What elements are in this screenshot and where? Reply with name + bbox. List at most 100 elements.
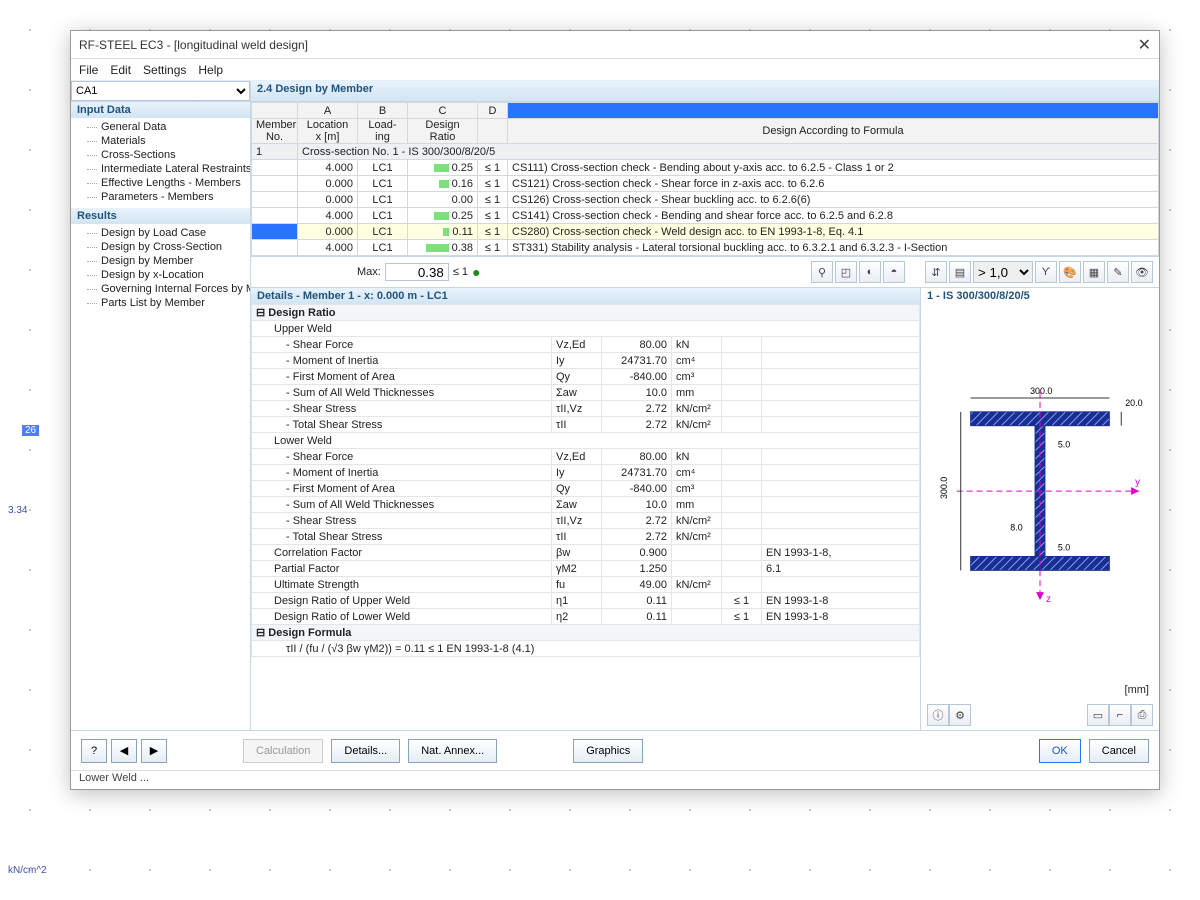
details-table[interactable]: ⊟ Design Ratio Upper Weld - Shear ForceV… xyxy=(251,304,920,657)
col-C: C xyxy=(408,103,478,119)
xs-view1-icon[interactable]: ▭ xyxy=(1087,704,1109,726)
scale-select[interactable]: > 1,0 xyxy=(973,261,1033,283)
tool-sort[interactable]: ⇵ xyxy=(925,261,947,283)
navigator-tree[interactable]: Input Data General DataMaterialsCross-Se… xyxy=(71,102,251,730)
tree-results-title: Results xyxy=(71,208,250,224)
max-label: Max: xyxy=(357,266,381,278)
xs-title: 1 - IS 300/300/8/20/5 xyxy=(927,290,1030,302)
tool-pick[interactable]: ✎ xyxy=(1107,261,1129,283)
tool-export-xls[interactable]: ▦ xyxy=(1083,261,1105,283)
max-row: Max: ≤ 1 ● ⚲ ◰ ◐ ◓ ⇵ ▤ > 1,0 ϒ 🎨 ▦ ✎ xyxy=(251,257,1159,288)
tool-filter-3[interactable]: ◐ xyxy=(859,261,881,283)
menu-file[interactable]: File xyxy=(79,63,98,77)
svg-text:300.0: 300.0 xyxy=(939,477,949,499)
svg-text:y: y xyxy=(1135,477,1140,488)
bg-unit-label: kN/cm^2 xyxy=(8,865,47,876)
xs-info-icon[interactable]: ⓘ xyxy=(927,704,949,726)
menu-bar: File Edit Settings Help xyxy=(71,59,1159,81)
tree-item[interactable]: General Data xyxy=(87,120,250,134)
hdr-location: Location x [m] xyxy=(298,119,358,144)
tree-item[interactable]: Parts List by Member xyxy=(87,296,250,310)
details-row: - Shear StressτII,Vz2.72kN/cm² xyxy=(252,401,920,417)
help-icon[interactable]: ? xyxy=(81,739,107,763)
table-row[interactable]: 0.000LC1 0.16≤ 1CS121) Cross-section che… xyxy=(252,176,1159,192)
details-row: Design Ratio of Lower Weldη20.11≤ 1EN 19… xyxy=(252,609,920,625)
details-row: Partial FactorγM21.2506.1 xyxy=(252,561,920,577)
hdr-ratio: Design Ratio xyxy=(408,119,478,144)
svg-text:8.0: 8.0 xyxy=(1010,523,1022,533)
menu-edit[interactable]: Edit xyxy=(110,63,131,77)
col-E xyxy=(508,103,1159,119)
details-row: Ultimate Strengthfu49.00kN/cm² xyxy=(252,577,920,593)
tree-item[interactable]: Effective Lengths - Members xyxy=(87,176,250,190)
tree-item[interactable]: Governing Internal Forces by M xyxy=(87,282,250,296)
tool-y[interactable]: ϒ xyxy=(1035,261,1057,283)
table-row[interactable]: 4.000LC1 0.25≤ 1CS111) Cross-section che… xyxy=(252,160,1159,176)
menu-settings[interactable]: Settings xyxy=(143,63,186,77)
section-member-no: 1 xyxy=(252,144,298,160)
xs-props-icon[interactable]: ⚙ xyxy=(949,704,971,726)
tool-bars[interactable]: ▤ xyxy=(949,261,971,283)
details-row: - Shear ForceVz,Ed80.00kN xyxy=(252,449,920,465)
window-title: RF-STEEL EC3 - [longitudinal weld design… xyxy=(79,38,308,52)
ok-button[interactable]: OK xyxy=(1039,739,1081,763)
menu-help[interactable]: Help xyxy=(198,63,223,77)
panel-title: 2.4 Design by Member xyxy=(251,81,1159,101)
details-row: - Shear ForceVz,Ed80.00kN xyxy=(252,337,920,353)
tool-filter-2[interactable]: ◰ xyxy=(835,261,857,283)
details-row: - Total Shear StressτII2.72kN/cm² xyxy=(252,417,920,433)
upper-weld-label: Upper Weld xyxy=(252,321,920,337)
tree-item[interactable]: Materials xyxy=(87,134,250,148)
design-table[interactable]: A B C D Member No. Location x [m] Load- … xyxy=(251,102,1159,256)
svg-text:20.0: 20.0 xyxy=(1125,398,1142,408)
details-row: - First Moment of AreaQy-840.00cm³ xyxy=(252,481,920,497)
table-row[interactable]: 0.000LC1 0.11≤ 1CS280) Cross-section che… xyxy=(252,224,1159,240)
xs-view2-icon[interactable]: ⌐ xyxy=(1109,704,1131,726)
close-icon[interactable]: ✕ xyxy=(1138,35,1151,55)
tree-item[interactable]: Parameters - Members xyxy=(87,190,250,204)
status-bar: Lower Weld ... xyxy=(71,770,1159,788)
tool-filter-1[interactable]: ⚲ xyxy=(811,261,833,283)
cross-section-panel: 1 - IS 300/300/8/20/5 xyxy=(921,288,1159,730)
table-row[interactable]: 4.000LC1 0.38≤ 1ST331) Stability analysi… xyxy=(252,240,1159,256)
tool-palette[interactable]: 🎨 xyxy=(1059,261,1081,283)
xs-print-icon[interactable]: ⎙ xyxy=(1131,704,1153,726)
tree-item[interactable]: Design by Cross-Section xyxy=(87,240,250,254)
lower-weld-label: Lower Weld xyxy=(252,433,920,449)
prev-icon[interactable]: ◀ xyxy=(111,739,137,763)
group-design-ratio[interactable]: ⊟ Design Ratio xyxy=(252,305,920,321)
tree-item[interactable]: Cross-Sections xyxy=(87,148,250,162)
bg-num-2: 3.34 xyxy=(8,505,27,516)
table-toolbar: ⚲ ◰ ◐ ◓ ⇵ ▤ > 1,0 ϒ 🎨 ▦ ✎ 👁 xyxy=(811,261,1153,283)
svg-text:5.0: 5.0 xyxy=(1058,543,1070,553)
tree-item[interactable]: Design by Load Case xyxy=(87,226,250,240)
hdr-member-no: Member No. xyxy=(252,119,298,144)
cancel-button[interactable]: Cancel xyxy=(1089,739,1149,763)
tree-item[interactable]: Intermediate Lateral Restraints xyxy=(87,162,250,176)
graphics-button[interactable]: Graphics xyxy=(573,739,643,763)
hdr-le xyxy=(478,119,508,144)
button-bar: ? ◀ ▶ Calculation Details... Nat. Annex.… xyxy=(71,730,1159,770)
svg-text:300.0: 300.0 xyxy=(1030,386,1052,396)
section-heading: Cross-section No. 1 - IS 300/300/8/20/5 xyxy=(298,144,1159,160)
group-design-formula[interactable]: ⊟ Design Formula xyxy=(252,625,920,641)
ok-icon: ● xyxy=(472,264,480,280)
tree-input-title: Input Data xyxy=(71,102,250,118)
nat-annex-button[interactable]: Nat. Annex... xyxy=(408,739,497,763)
tool-filter-4[interactable]: ◓ xyxy=(883,261,905,283)
col-B: B xyxy=(358,103,408,119)
formula-line: τII / (fu / (√3 βw γM2)) = 0.11 ≤ 1 EN 1… xyxy=(252,641,920,657)
case-selector[interactable]: CA1 xyxy=(71,81,250,101)
table-row[interactable]: 4.000LC1 0.25≤ 1CS141) Cross-section che… xyxy=(252,208,1159,224)
details-row: - Sum of All Weld ThicknessesΣaw10.0mm xyxy=(252,497,920,513)
details-title: Details - Member 1 - x: 0.000 m - LC1 xyxy=(251,288,920,304)
xs-unit: [mm] xyxy=(1125,684,1149,696)
next-icon[interactable]: ▶ xyxy=(141,739,167,763)
max-value-input[interactable] xyxy=(385,263,449,281)
tree-item[interactable]: Design by Member xyxy=(87,254,250,268)
details-row: - Moment of InertiaIy24731.70cm⁴ xyxy=(252,353,920,369)
details-button[interactable]: Details... xyxy=(331,739,400,763)
tree-item[interactable]: Design by x-Location xyxy=(87,268,250,282)
tool-eye-icon[interactable]: 👁 xyxy=(1131,261,1153,283)
table-row[interactable]: 0.000LC1 0.00≤ 1CS126) Cross-section che… xyxy=(252,192,1159,208)
